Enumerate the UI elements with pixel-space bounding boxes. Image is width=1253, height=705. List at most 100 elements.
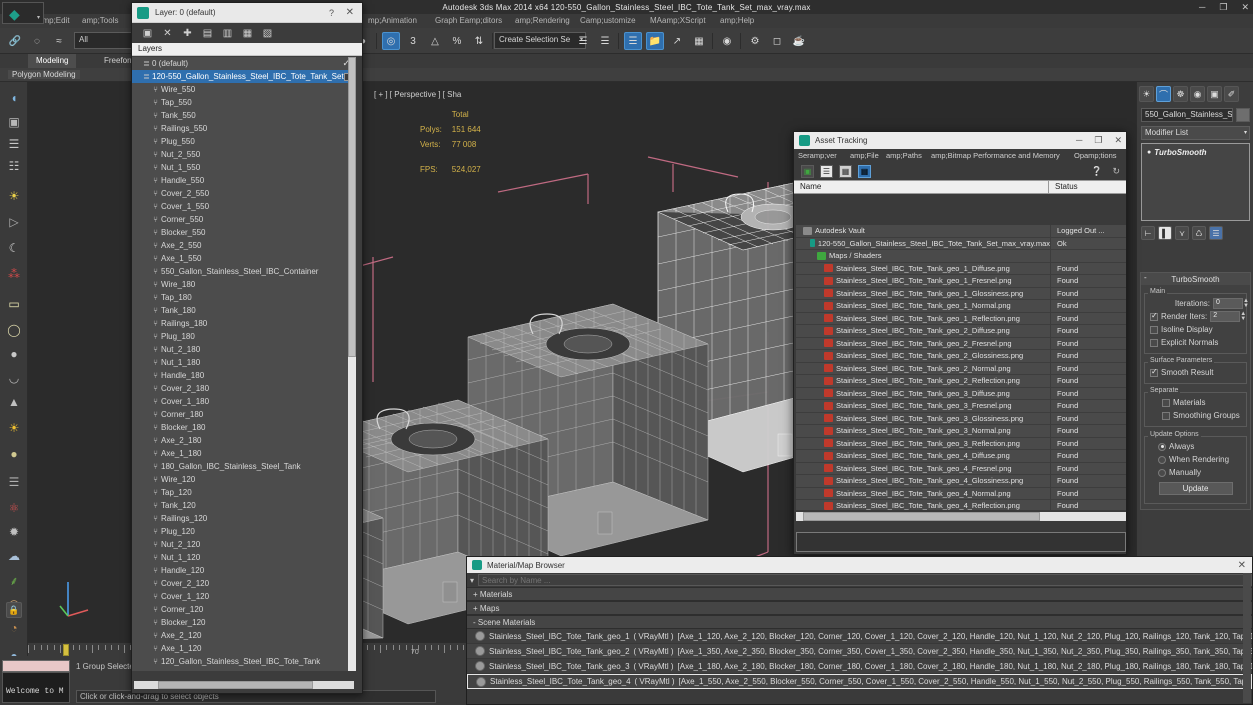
cone-icon[interactable]: ▲	[3, 392, 25, 412]
motion-tab-icon[interactable]: ◉	[1190, 86, 1205, 102]
snaps-3d-icon[interactable]: 3	[404, 32, 422, 50]
layer-row[interactable]: ⑂ 180_Gallon_IBC_Stainless_Steel_Tank	[132, 460, 356, 473]
asset-browser-icon[interactable]: ☰	[3, 134, 25, 154]
asset-row[interactable]: Maps / Shaders	[796, 250, 1126, 263]
list-view-icon[interactable]: ☰	[820, 164, 833, 178]
layer-row[interactable]: ⑂ Cover_2_180	[132, 382, 356, 395]
layers-vertical-scrollbar[interactable]	[348, 57, 356, 671]
close-button[interactable]: ✕	[1241, 2, 1249, 13]
utilities-tab-icon[interactable]: ✐	[1224, 86, 1239, 102]
asset-row[interactable]: Stainless_Steel_IBC_Tote_Tank_geo_4_Norm…	[796, 487, 1126, 500]
asset-tracking-list[interactable]: Autodesk Vault Logged Out ... 120-550_Gall…	[796, 225, 1126, 510]
app-logo[interactable]: ◆ ▾	[2, 2, 44, 24]
modifier-stack[interactable]: ● TurboSmooth	[1141, 143, 1250, 221]
help-icon[interactable]: ❔	[1091, 166, 1102, 177]
asset-menu-item-1[interactable]: amp;File	[850, 151, 879, 160]
asset-menu-item-2[interactable]: amp;Paths	[886, 151, 922, 160]
close-icon[interactable]: ✕	[346, 7, 354, 18]
layer-row[interactable]: ⑂ Plug_120	[132, 525, 356, 538]
layer-row[interactable]: ⑂Wire_350	[132, 668, 356, 671]
camera-icon[interactable]: ▷	[3, 212, 25, 232]
plane-icon[interactable]: ▭	[3, 294, 25, 314]
shell-icon[interactable]: ◔	[3, 618, 25, 638]
scene-explorer-icon[interactable]: 📁	[646, 32, 664, 50]
grid-view-icon[interactable]: ▦	[858, 164, 871, 178]
layers-horizontal-scrollbar[interactable]	[134, 681, 354, 689]
new-layer-icon[interactable]: ▣	[141, 27, 154, 40]
asset-row[interactable]: Stainless_Steel_IBC_Tote_Tank_geo_2_Glos…	[796, 350, 1126, 363]
group-maps[interactable]: + Maps	[467, 601, 1252, 615]
layer-row[interactable]: ⑂ Tap_550	[132, 96, 356, 109]
light-icon[interactable]: ☀	[3, 186, 25, 206]
render-production-icon[interactable]: ☕	[790, 32, 808, 50]
asset-row[interactable]: Autodesk Vault Logged Out ...	[796, 225, 1126, 238]
group-materials[interactable]: + Materials	[467, 587, 1252, 601]
layer-row[interactable]: ⑂ Handle_180	[132, 369, 356, 382]
asset-horizontal-scrollbar[interactable]	[796, 512, 1126, 521]
asset-row[interactable]: Stainless_Steel_IBC_Tote_Tank_geo_1_Refl…	[796, 312, 1126, 325]
display-tab-icon[interactable]: ▣	[1207, 86, 1222, 102]
layer-row[interactable]: ⑂ Tank_550	[132, 109, 356, 122]
spinner-arrows-icon[interactable]: ▲ ▼	[1243, 298, 1249, 309]
schematic-view-icon[interactable]: ▦	[690, 32, 708, 50]
asset-menu-item-4[interactable]: Opamp;tions	[1074, 151, 1117, 160]
smooth-result-checkbox[interactable]	[1150, 367, 1158, 377]
isoline-display-checkbox[interactable]	[1150, 325, 1158, 334]
layer-row[interactable]: ⑂ Cover_1_180	[132, 395, 356, 408]
layer-row[interactable]: ⑂ Axe_2_120	[132, 629, 356, 642]
delete-layer-icon[interactable]: ✕	[161, 27, 174, 40]
scene-material-row[interactable]: Stainless_Steel_IBC_Tote_Tank_geo_3( VRa…	[467, 659, 1252, 674]
asset-row[interactable]: 120-550_Gallon_Stainless_Steel_IBC_Tote_…	[796, 237, 1126, 250]
lock-selection-icon[interactable]: 🔒	[6, 602, 22, 618]
angle-snap-icon[interactable]: △	[426, 32, 444, 50]
unlink-icon[interactable]: ◌	[28, 32, 46, 50]
layer-row[interactable]: ⑂ Wire_120	[132, 473, 356, 486]
scene-material-row[interactable]: Stainless_Steel_IBC_Tote_Tank_geo_2( VRa…	[467, 644, 1252, 659]
highlight-selected-icon[interactable]: ▦	[241, 27, 254, 40]
separate-smoothing-groups-checkbox[interactable]	[1162, 411, 1170, 420]
layers-scroll-thumb[interactable]	[348, 57, 356, 357]
help-icon[interactable]: ?	[329, 8, 334, 18]
search-input[interactable]	[478, 574, 1252, 586]
render-iters-spinner[interactable]: 2 ▲ ▼	[1210, 311, 1246, 322]
render-frame-window-icon[interactable]: ◻	[768, 32, 786, 50]
curve-editor-icon[interactable]: ↗	[668, 32, 686, 50]
layer-row[interactable]: ⑂ Railings_180	[132, 317, 356, 330]
layer-row[interactable]: ⑂ Railings_550	[132, 122, 356, 135]
lightbulb-icon[interactable]: ●	[1147, 149, 1151, 156]
remove-modifier-icon[interactable]: ♺	[1192, 226, 1206, 240]
asset-row[interactable]: Stainless_Steel_IBC_Tote_Tank_geo_2_Refl…	[796, 375, 1126, 388]
asset-row[interactable]: Stainless_Steel_IBC_Tote_Tank_geo_4_Refl…	[796, 500, 1126, 510]
render-setup-icon[interactable]: ⚙	[746, 32, 764, 50]
layer-row[interactable]: ⑂ Axe_1_120	[132, 642, 356, 655]
asset-row[interactable]: Stainless_Steel_IBC_Tote_Tank_geo_3_Refl…	[796, 437, 1126, 450]
scene-material-row[interactable]: Stainless_Steel_IBC_Tote_Tank_geo_1( VRa…	[467, 629, 1252, 644]
bind-space-warp-icon[interactable]: ≈	[50, 32, 68, 50]
hierarchy-tab-icon[interactable]: ☸	[1173, 86, 1188, 102]
menu-item-4[interactable]: amp;Rendering	[515, 16, 570, 25]
update-manually-radio[interactable]	[1158, 468, 1166, 477]
spinner-snap-icon[interactable]: ⇅	[470, 32, 488, 50]
layer-row[interactable]: ⑂ Cover_1_550	[132, 200, 356, 213]
layer-row[interactable]: ⑂ Nut_1_550	[132, 161, 356, 174]
layer-row[interactable]: ⑂ Axe_1_180	[132, 447, 356, 460]
make-unique-icon[interactable]: ⋎	[1175, 226, 1189, 240]
layer-row[interactable]: ⑂ Railings_120	[132, 512, 356, 525]
link-icon[interactable]: 🔗	[6, 32, 24, 50]
update-when-rendering-radio[interactable]	[1158, 455, 1166, 464]
rollout-header[interactable]: - TurboSmooth	[1141, 273, 1250, 285]
layer-row[interactable]: ⑂ 550_Gallon_Stainless_Steel_IBC_Containe…	[132, 265, 356, 278]
layer-row[interactable]: ⑂ Tap_180	[132, 291, 356, 304]
refresh-icon[interactable]: ↻	[1112, 166, 1120, 177]
grass-icon[interactable]: ⸙	[3, 570, 25, 590]
maxscript-mini-listener-swatch[interactable]	[2, 660, 70, 672]
saucer-icon[interactable]: ◡	[3, 368, 25, 388]
chevron-down-icon[interactable]: ▾	[37, 14, 40, 21]
object-color-swatch[interactable]	[1236, 108, 1250, 122]
select-objects-icon[interactable]: ▤	[201, 27, 214, 40]
maximize-button[interactable]: ❐	[1094, 135, 1102, 146]
iterations-spinner[interactable]: 0 ▲ ▼	[1213, 298, 1249, 309]
layer-row[interactable]: ⑂ Tank_180	[132, 304, 356, 317]
percent-snap-icon[interactable]: %	[448, 32, 466, 50]
close-button[interactable]: ✕	[1114, 135, 1122, 146]
